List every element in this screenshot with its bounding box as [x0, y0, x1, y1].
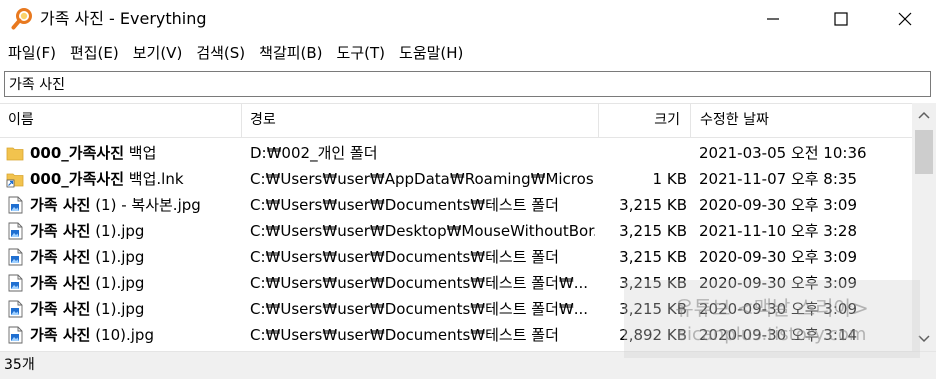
file-name: 가족 사진 (1).jpg [30, 218, 240, 244]
menu-search[interactable]: 검색(S) [190, 40, 253, 66]
file-name-rest: 백업 [124, 144, 157, 162]
file-path: C:₩Users₩user₩AppData₩Roaming₩Micros... [250, 170, 595, 188]
file-name: 000_가족사진 백업.lnk [30, 166, 240, 192]
image-file-icon [6, 274, 24, 292]
close-button[interactable] [882, 0, 928, 38]
column-header-name[interactable]: 이름 [0, 104, 242, 137]
file-name-rest: (10).jpg [90, 326, 154, 344]
title-bar: 가족 사진 - Everything [0, 0, 936, 38]
file-name-match: 가족 사진 [30, 300, 91, 318]
file-path: C:₩Users₩user₩Documents₩테스트 폴더 [250, 196, 559, 214]
file-path: C:₩Users₩user₩Documents₩테스트 폴더₩... [250, 300, 589, 318]
table-row[interactable]: 가족 사진 (1).jpg C:₩Users₩user₩Documents₩테스트… [0, 244, 912, 270]
menu-edit[interactable]: 편집(E) [64, 40, 127, 66]
table-row[interactable]: 가족 사진 (1).jpg C:₩Users₩user₩Desktop₩Mouse… [0, 218, 912, 244]
image-file-icon [6, 300, 24, 318]
file-name: 000_가족사진 백업 [30, 140, 240, 166]
file-size: 3,215 KB [619, 196, 687, 214]
menu-tools[interactable]: 도구(T) [331, 40, 393, 66]
file-size: 3,215 KB [619, 222, 687, 240]
file-path: C:₩Users₩user₩Documents₩테스트 폴더 [250, 248, 559, 266]
file-name-match: 가족 사진 [30, 248, 91, 266]
file-name: 가족 사진 (1).jpg [30, 296, 240, 322]
file-modified-date: 2020-09-30 오후 3:09 [699, 196, 857, 214]
file-name: 가족 사진 (1).jpg [30, 244, 240, 270]
watermark-line-2: sicanplus.tistory.com [677, 324, 867, 345]
watermark-line-1: 유튜브 <맥날 스리아> [675, 296, 869, 320]
file-name-match: 가족 사진 [30, 196, 91, 214]
file-path: C:₩Users₩user₩Documents₩테스트 폴더 [250, 326, 559, 344]
window-title: 가족 사진 - Everything [40, 9, 207, 28]
column-header-path[interactable]: 경로 [242, 104, 599, 137]
menu-bookmarks[interactable]: 책갈피(B) [253, 40, 330, 66]
scroll-up-button[interactable] [912, 103, 936, 127]
maximize-button[interactable] [818, 0, 864, 38]
search-input[interactable] [4, 71, 931, 97]
menu-help[interactable]: 도움말(H) [393, 40, 471, 66]
file-modified-date: 2021-11-10 오후 3:28 [699, 222, 857, 240]
file-name-match: 가족 사진 [30, 326, 91, 344]
file-modified-date: 2020-09-30 오후 3:09 [699, 248, 857, 266]
chevron-up-icon [918, 111, 930, 119]
file-name-rest: (1).jpg [90, 274, 145, 292]
file-name: 가족 사진 (10).jpg [30, 322, 240, 348]
file-name-rest: (1).jpg [90, 300, 145, 318]
file-name-match: 가족 사진 [30, 274, 91, 292]
file-name-rest: 백업.lnk [124, 170, 184, 188]
file-name-match: 000_가족사진 [30, 144, 125, 162]
file-modified-date: 2021-11-07 오후 8:35 [699, 170, 857, 188]
maximize-icon [834, 12, 848, 26]
file-name-match: 가족 사진 [30, 222, 91, 240]
shortcut-icon [6, 170, 24, 188]
result-count: 35개 [4, 357, 35, 373]
table-row[interactable]: 000_가족사진 백업 D:₩002_개인 폴더 2021-03-05 오전 10:… [0, 140, 912, 166]
file-size: 1 KB [652, 170, 687, 188]
image-file-icon [6, 222, 24, 240]
file-name: 가족 사진 (1) - 복사본.jpg [30, 192, 240, 218]
image-file-icon [6, 326, 24, 344]
close-icon [898, 12, 912, 26]
image-file-icon [6, 248, 24, 266]
scroll-thumb[interactable] [915, 130, 933, 174]
column-header-size[interactable]: 크기 [599, 104, 691, 137]
file-name-rest: (1).jpg [90, 248, 145, 266]
watermark: 유튜브 <맥날 스리아> sicanplus.tistory.com [624, 280, 920, 358]
file-size: 3,215 KB [619, 248, 687, 266]
folder-icon [6, 144, 24, 162]
file-modified-date: 2021-03-05 오전 10:36 [699, 144, 867, 162]
file-path: C:₩Users₩user₩Desktop₩MouseWithoutBor... [250, 222, 595, 240]
table-row[interactable]: 000_가족사진 백업.lnk C:₩Users₩user₩AppData₩Roa… [0, 166, 912, 192]
minimize-button[interactable] [750, 0, 796, 38]
image-file-icon [6, 196, 24, 214]
file-name-match: 000_가족사진 [30, 170, 125, 188]
menu-view[interactable]: 보기(V) [127, 40, 191, 66]
file-name-rest: (1).jpg [90, 222, 145, 240]
column-header-bar: 이름 경로 크기 수정한 날짜 [0, 103, 936, 138]
file-path: D:₩002_개인 폴더 [250, 144, 378, 162]
column-header-date[interactable]: 수정한 날짜 [691, 104, 905, 137]
everything-app-icon [11, 8, 32, 30]
menu-file[interactable]: 파일(F) [0, 40, 64, 66]
menu-bar: 파일(F) 편집(E) 보기(V) 검색(S) 책갈피(B) 도구(T) 도움말… [0, 40, 936, 66]
file-name: 가족 사진 (1).jpg [30, 270, 240, 296]
file-path: C:₩Users₩user₩Documents₩테스트 폴더₩... [250, 274, 589, 292]
minimize-icon [767, 18, 779, 20]
file-name-rest: (1) - 복사본.jpg [90, 196, 201, 214]
table-row[interactable]: 가족 사진 (1) - 복사본.jpg C:₩Users₩user₩Documen… [0, 192, 912, 218]
